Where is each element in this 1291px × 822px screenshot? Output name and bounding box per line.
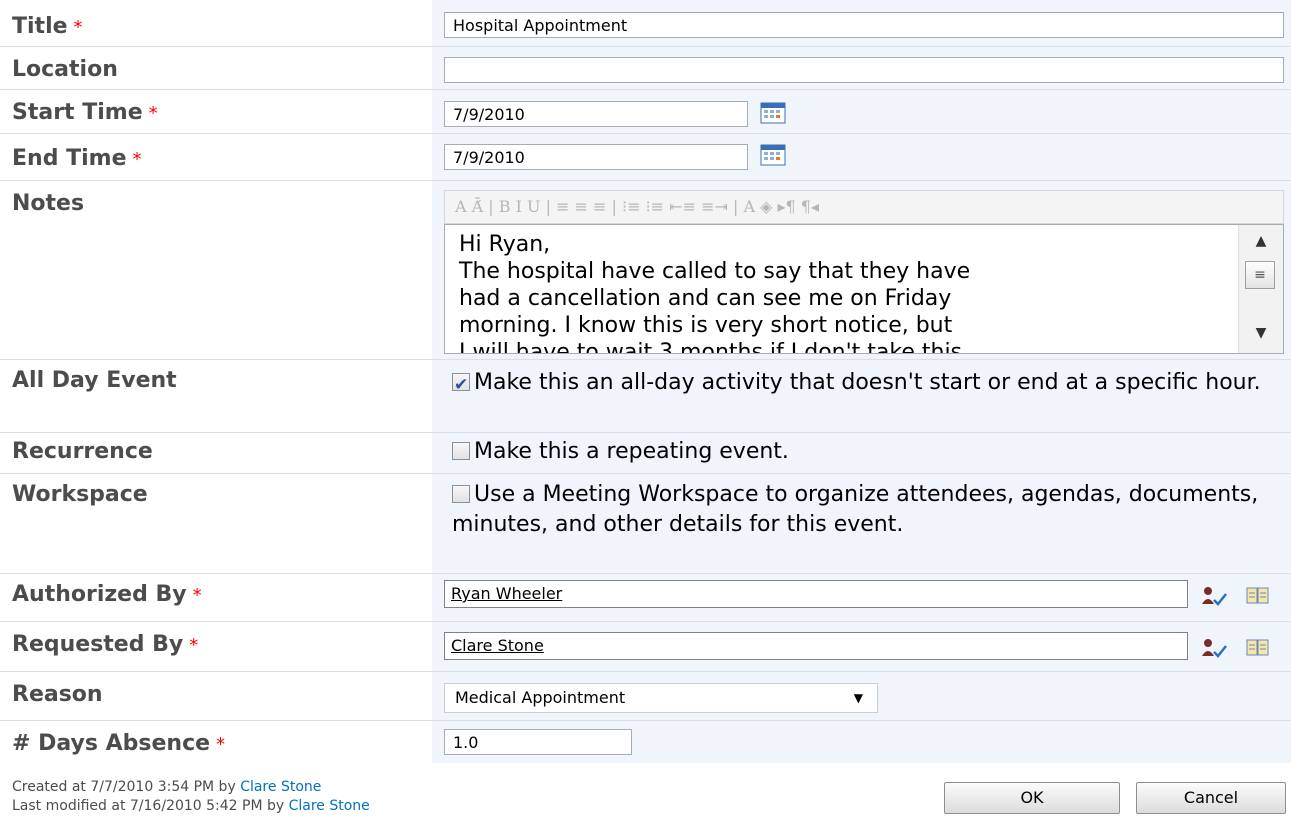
modified-by-link[interactable]: Clare Stone bbox=[289, 798, 370, 814]
workspace-checkbox[interactable] bbox=[452, 485, 470, 503]
days-absence-input[interactable]: 1.0 bbox=[444, 729, 632, 755]
reason-label: Reason bbox=[12, 682, 103, 707]
end-time-label: End Time * bbox=[12, 146, 142, 171]
notes-line: morning. I know this is very short notic… bbox=[459, 313, 953, 338]
all-day-event-checkbox[interactable] bbox=[452, 370, 470, 400]
authorized-by-row: Authorized By * Ryan Wheeler bbox=[0, 574, 1291, 622]
notes-editor[interactable]: Hi Ryan, The hospital have called to say… bbox=[444, 224, 1284, 354]
ok-button[interactable]: OK bbox=[944, 782, 1120, 814]
end-time-input[interactable]: 7/9/2010 bbox=[444, 144, 748, 170]
title-row: Title * Hospital Appointment bbox=[0, 0, 1291, 47]
calendar-icon[interactable] bbox=[760, 102, 786, 124]
scroll-down-icon[interactable]: ▼ bbox=[1239, 325, 1283, 341]
notes-scrollbar[interactable]: ▲ ≡ ▼ bbox=[1238, 225, 1283, 353]
required-marker: * bbox=[132, 149, 142, 170]
calendar-icon[interactable] bbox=[760, 144, 786, 166]
created-by-link[interactable]: Clare Stone bbox=[240, 779, 321, 795]
workspace-text: Use a Meeting Workspace to organize atte… bbox=[452, 482, 1259, 537]
days-absence-row: # Days Absence * 1.0 bbox=[0, 721, 1291, 763]
authorized-by-input[interactable]: Ryan Wheeler bbox=[444, 580, 1188, 608]
authorized-by-label: Authorized By * bbox=[12, 582, 202, 607]
start-time-row: Start Time * 7/9/2010 bbox=[0, 90, 1291, 134]
required-marker: * bbox=[192, 585, 202, 606]
notes-line: Hi Ryan, bbox=[459, 232, 551, 257]
required-marker: * bbox=[73, 17, 83, 38]
title-input[interactable]: Hospital Appointment bbox=[444, 12, 1284, 38]
required-marker: * bbox=[216, 734, 226, 755]
location-input[interactable] bbox=[444, 57, 1284, 83]
recurrence-checkbox[interactable] bbox=[452, 442, 470, 460]
required-marker: * bbox=[148, 103, 158, 124]
recurrence-option: Make this a repeating event. bbox=[452, 437, 1277, 467]
location-row: Location bbox=[0, 47, 1291, 90]
modified-info: Last modified at 7/16/2010 5:42 PM by Cl… bbox=[12, 798, 370, 814]
notes-label: Notes bbox=[12, 191, 85, 216]
workspace-option: Use a Meeting Workspace to organize atte… bbox=[452, 480, 1277, 540]
notes-line: I will have to wait 3 months if I don't … bbox=[459, 340, 963, 354]
title-label: Title * bbox=[12, 14, 83, 39]
rich-text-toolbar[interactable]: A Ā́ | B I U | ≡ ≡ ≡ | ⁝≡ ⁝≡ ⇤≡ ≡⇥ | A ◈… bbox=[444, 190, 1284, 224]
notes-text: Hi Ryan, The hospital have called to say… bbox=[459, 231, 1227, 354]
notes-line: had a cancellation and can see me on Fri… bbox=[459, 286, 952, 311]
required-marker: * bbox=[189, 635, 199, 656]
cancel-button[interactable]: Cancel bbox=[1136, 782, 1286, 814]
end-time-row: End Time * 7/9/2010 bbox=[0, 134, 1291, 181]
workspace-label: Workspace bbox=[12, 482, 148, 507]
recurrence-label: Recurrence bbox=[12, 439, 153, 464]
requested-by-row: Requested By * Clare Stone bbox=[0, 622, 1291, 672]
days-absence-label: # Days Absence * bbox=[12, 731, 226, 756]
item-metadata: Created at 7/7/2010 3:54 PM by Clare Sto… bbox=[12, 778, 370, 816]
check-names-icon[interactable] bbox=[1200, 584, 1228, 608]
reason-select[interactable]: Medical Appointment ▼ bbox=[444, 683, 878, 713]
location-label: Location bbox=[12, 57, 118, 82]
all-day-event-text: Make this an all-day activity that doesn… bbox=[474, 370, 1261, 395]
address-book-icon[interactable] bbox=[1244, 584, 1272, 608]
reason-selected-value: Medical Appointment bbox=[455, 688, 626, 707]
notes-line: The hospital have called to say that the… bbox=[459, 259, 971, 284]
recurrence-text: Make this a repeating event. bbox=[474, 439, 789, 464]
address-book-icon[interactable] bbox=[1244, 636, 1272, 660]
scroll-up-icon[interactable]: ▲ bbox=[1239, 233, 1283, 249]
scroll-thumb[interactable]: ≡ bbox=[1245, 261, 1275, 289]
requested-by-label: Requested By * bbox=[12, 632, 199, 657]
check-names-icon[interactable] bbox=[1200, 636, 1228, 660]
chevron-down-icon[interactable]: ▼ bbox=[854, 684, 863, 712]
start-time-input[interactable]: 7/9/2010 bbox=[444, 101, 748, 127]
requested-by-input[interactable]: Clare Stone bbox=[444, 632, 1188, 660]
start-time-label: Start Time * bbox=[12, 100, 158, 125]
all-day-event-option: Make this an all-day activity that doesn… bbox=[452, 368, 1277, 400]
created-info: Created at 7/7/2010 3:54 PM by Clare Sto… bbox=[12, 779, 322, 795]
all-day-event-label: All Day Event bbox=[12, 368, 177, 393]
